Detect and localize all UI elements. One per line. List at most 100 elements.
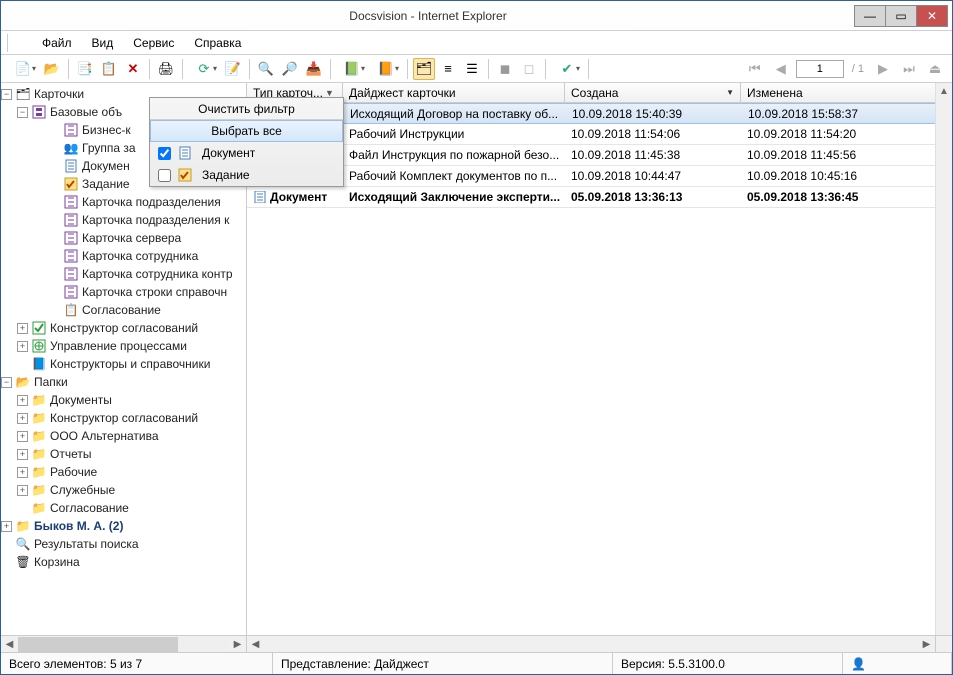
tree-approval-ctor[interactable]: Конструктор согласований xyxy=(50,319,198,337)
grid-header: Тип карточ...▼ Дайджест карточки Создана… xyxy=(247,83,952,103)
tree-item-card-emp[interactable]: Карточка сотрудника xyxy=(82,247,198,265)
tree-item-task[interactable]: Задание xyxy=(82,175,130,193)
filter-option-task[interactable]: Задание xyxy=(150,164,343,186)
tree-folder-reports[interactable]: Отчеты xyxy=(50,445,91,463)
filter-task-label: Задание xyxy=(202,168,250,182)
menubar-grip xyxy=(7,34,28,52)
status-user: 👤 xyxy=(843,653,952,674)
table-row[interactable]: Рабочий Комплект документов по п... 10.0… xyxy=(247,166,952,187)
refresh-button[interactable]: ⟳ xyxy=(188,58,220,80)
scroll-left-button[interactable]: ◀ xyxy=(1,636,18,653)
filter-doc-checkbox[interactable] xyxy=(158,147,171,160)
filter-option-doc[interactable]: Документ xyxy=(150,142,343,164)
status-total: Всего элементов: 5 из 7 xyxy=(1,653,273,674)
tree-folder-docs[interactable]: Документы xyxy=(50,391,112,409)
scroll-thumb[interactable] xyxy=(18,637,178,652)
col-created[interactable]: Создана▼ xyxy=(565,83,741,102)
folder-open-icon: 📂 xyxy=(15,374,31,390)
table-row[interactable]: Исходящий Договор на поставку об... 10.0… xyxy=(247,103,952,124)
minimize-button[interactable]: — xyxy=(854,5,886,27)
tree-user[interactable]: Быков М. А. xyxy=(34,517,105,535)
tree-item-doc[interactable]: Докумен xyxy=(82,157,130,175)
book-icon: 📘 xyxy=(31,356,47,372)
group-button[interactable]: ◼ xyxy=(494,58,516,80)
tree-search-results[interactable]: Результаты поиска xyxy=(34,535,139,553)
pager-eject-button[interactable]: ⏏ xyxy=(924,58,946,80)
tree-trash[interactable]: Корзина xyxy=(34,553,80,571)
sidebar-hscroll[interactable]: ◀ ▶ xyxy=(1,635,246,652)
view-details-button[interactable]: ☰ xyxy=(461,58,483,80)
scroll-left-button[interactable]: ◀ xyxy=(247,636,264,652)
tree-folder-working[interactable]: Рабочие xyxy=(50,463,97,481)
tree-dictionaries[interactable]: Конструкторы и справочники xyxy=(50,355,210,373)
export-excel-button[interactable]: 📗 xyxy=(336,58,368,80)
tree-item-card-srv[interactable]: Карточка сервера xyxy=(82,229,181,247)
card-type-icon xyxy=(63,212,79,228)
main-vscroll[interactable]: ▲ xyxy=(935,83,952,635)
main-hscroll[interactable]: ◀ ▶ xyxy=(247,635,952,652)
open-folder-button[interactable]: 📂 xyxy=(41,58,63,80)
menu-service[interactable]: Сервис xyxy=(123,33,184,53)
user-icon: 👤 xyxy=(851,657,866,671)
filter-clear[interactable]: Очистить фильтр xyxy=(150,98,343,120)
scroll-right-button[interactable]: ▶ xyxy=(229,636,246,653)
maximize-button[interactable]: ▭ xyxy=(885,5,917,27)
menu-help[interactable]: Справка xyxy=(184,33,251,53)
ungroup-button[interactable]: ◻ xyxy=(518,58,540,80)
filter-task-checkbox[interactable] xyxy=(158,169,171,182)
print-button[interactable]: 🖨 xyxy=(155,58,177,80)
tree-root-cards[interactable]: Карточки xyxy=(34,85,84,103)
new-button[interactable]: 📄 xyxy=(7,58,39,80)
pager-prev-button[interactable]: ◀ xyxy=(770,58,792,80)
tree-item-card-emp-k[interactable]: Карточка сотрудника контр xyxy=(82,265,233,283)
copy-button[interactable]: 📑 xyxy=(74,58,96,80)
export-rtf-button[interactable]: 📙 xyxy=(370,58,402,80)
table-row[interactable]: Рабочий Инструкции 10.09.2018 11:54:06 1… xyxy=(247,124,952,145)
toolbar: 📄 📂 📑 📋 ✕ 🖨 ⟳ 📝 🔍 🔎 📥 📗 📙 🗂 ≡ ☰ ◼ ◻ ✔ ⏮ … xyxy=(1,55,952,83)
pager-last-button[interactable]: ⏭ xyxy=(898,58,920,80)
view-cards-button[interactable]: 🗂 xyxy=(413,58,435,80)
delete-button[interactable]: ✕ xyxy=(122,58,144,80)
approve-button[interactable]: ✔ xyxy=(551,58,583,80)
col-digest[interactable]: Дайджест карточки xyxy=(343,83,565,102)
tree-item-group[interactable]: Группа за xyxy=(82,139,136,157)
tree-folders-root[interactable]: Папки xyxy=(34,373,68,391)
edit-button[interactable]: 📝 xyxy=(222,58,244,80)
trash-icon: 🗑 xyxy=(15,554,31,570)
app-window: Docsvision - Internet Explorer — ▭ ✕ Фай… xyxy=(0,0,953,675)
paste-button[interactable]: 📋 xyxy=(98,58,120,80)
scroll-right-button[interactable]: ▶ xyxy=(918,636,935,652)
table-row[interactable]: Документ Исходящий Заключение эксперти..… xyxy=(247,187,952,208)
window-title: Docsvision - Internet Explorer xyxy=(1,9,855,23)
grid-body[interactable]: Исходящий Договор на поставку об... 10.0… xyxy=(247,103,952,635)
tree-folder-approval-ctor[interactable]: Конструктор согласований xyxy=(50,409,198,427)
tree-proc-mgmt[interactable]: Управление процессами xyxy=(50,337,187,355)
col-changed[interactable]: Изменена xyxy=(741,83,952,102)
pager: ⏮ ◀ / 1 ▶ ⏭ ⏏ xyxy=(744,58,946,80)
tree-item-card-dep-k[interactable]: Карточка подразделения к xyxy=(82,211,229,229)
tree-item-card-line[interactable]: Карточка строки справочн xyxy=(82,283,227,301)
filter-select-all[interactable]: Выбрать все xyxy=(150,120,343,142)
pager-next-button[interactable]: ▶ xyxy=(872,58,894,80)
tree-base-types[interactable]: Базовые объ xyxy=(50,103,122,121)
tree-folder-service[interactable]: Служебные xyxy=(50,481,115,499)
filter-button[interactable]: 📥 xyxy=(303,58,325,80)
tree-item-card-dep[interactable]: Карточка подразделения xyxy=(82,193,221,211)
table-row[interactable]: Файл Инструкция по пожарной безо... 10.0… xyxy=(247,145,952,166)
close-button[interactable]: ✕ xyxy=(916,5,948,27)
pager-page-input[interactable] xyxy=(796,60,844,78)
filter-icon[interactable]: ▼ xyxy=(325,88,334,98)
card-type-icon xyxy=(63,230,79,246)
tree-item-biz[interactable]: Бизнес-к xyxy=(82,121,131,139)
search-button[interactable]: 🔍 xyxy=(255,58,277,80)
menu-file[interactable]: Файл xyxy=(32,33,82,53)
menu-view[interactable]: Вид xyxy=(82,33,124,53)
tree-folder-approval[interactable]: Согласование xyxy=(50,499,129,517)
view-list-button[interactable]: ≡ xyxy=(437,58,459,80)
tree-item-approval[interactable]: Согласование xyxy=(82,301,161,319)
card-type-icon xyxy=(63,122,79,138)
scroll-up-button[interactable]: ▲ xyxy=(936,83,952,100)
pager-first-button[interactable]: ⏮ xyxy=(744,58,766,80)
find-in-folder-button[interactable]: 🔎 xyxy=(279,58,301,80)
tree-folder-ooo[interactable]: ООО Альтернатива xyxy=(50,427,159,445)
